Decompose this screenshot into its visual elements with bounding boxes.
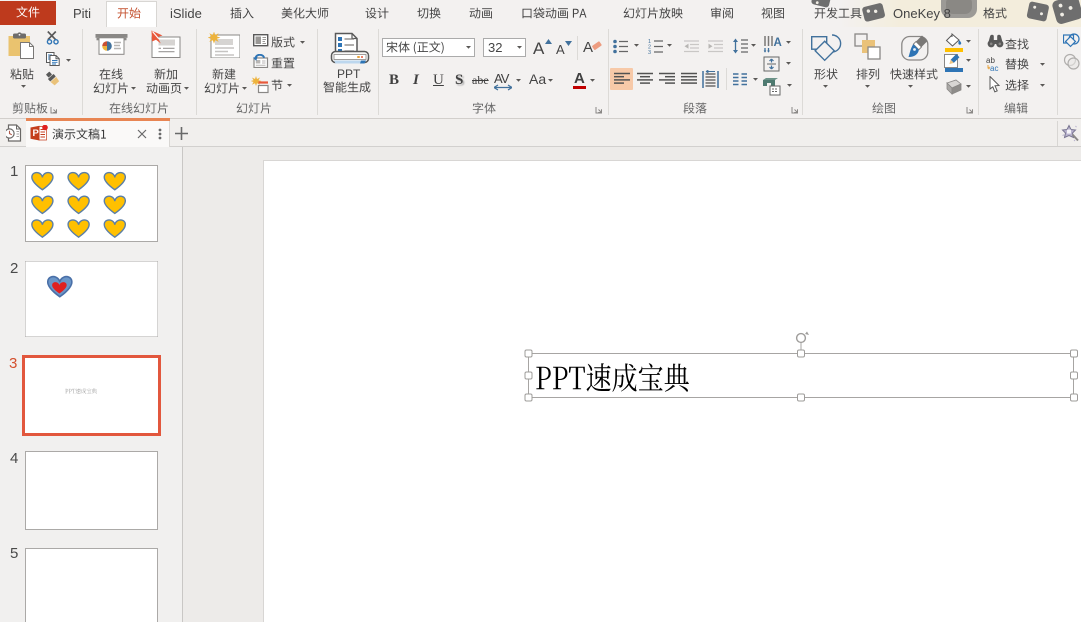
svg-text:ac: ac (990, 64, 998, 71)
svg-text:P: P (33, 128, 40, 139)
svg-text:3: 3 (648, 50, 651, 54)
svg-text:A: A (774, 37, 782, 49)
